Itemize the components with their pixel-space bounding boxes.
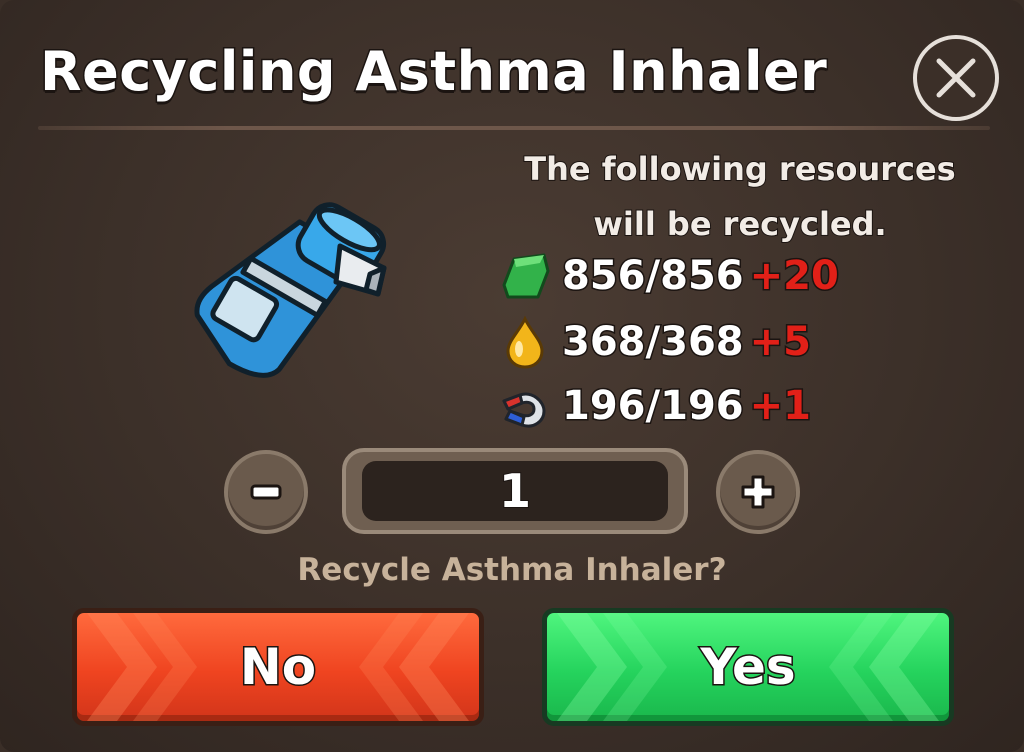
increase-quantity-button[interactable] [716, 450, 800, 534]
magnet-icon [502, 392, 546, 428]
title-divider [38, 126, 990, 130]
plus-icon [741, 475, 775, 509]
yes-button-label: Yes [699, 637, 797, 698]
cloth-bonus: +20 [748, 252, 840, 301]
close-button[interactable] [912, 34, 1000, 122]
cloth-amount: 856/856 [561, 252, 746, 301]
quantity-field[interactable]: 1 [342, 448, 688, 534]
fuel-bonus: +5 [748, 318, 812, 367]
fuel-amount: 368/368 [561, 318, 746, 367]
magnet-amount: 196/196 [561, 382, 746, 431]
dialog-title: Recycling Asthma Inhaler [38, 39, 828, 105]
minus-icon [250, 484, 282, 500]
cloth-icon [502, 253, 550, 299]
chevron-decoration-left [557, 613, 667, 721]
fuel-drop-icon [506, 315, 544, 369]
no-button-label: No [238, 637, 317, 698]
recycle-dialog: Recycling Asthma Inhaler The following r… [0, 0, 1024, 752]
chevron-decoration-right [829, 613, 939, 721]
no-button[interactable]: No [72, 608, 484, 726]
close-icon [913, 35, 999, 121]
decrease-quantity-button[interactable] [224, 450, 308, 534]
recycle-prompt: Recycle Asthma Inhaler? [297, 552, 727, 588]
asthma-inhaler-icon [194, 202, 387, 378]
resource-row-cloth: 856/856 +20 [498, 248, 840, 304]
yes-button[interactable]: Yes [542, 608, 954, 726]
resource-row-fuel: 368/368 +5 [498, 314, 812, 370]
resource-row-magnet: 196/196 +1 [498, 378, 812, 434]
chevron-decoration-left [87, 613, 197, 721]
quantity-value: 1 [362, 461, 668, 521]
magnet-bonus: +1 [748, 382, 812, 431]
recycle-description: The following resources will be recycled… [523, 149, 956, 244]
chevron-decoration-right [359, 613, 469, 721]
